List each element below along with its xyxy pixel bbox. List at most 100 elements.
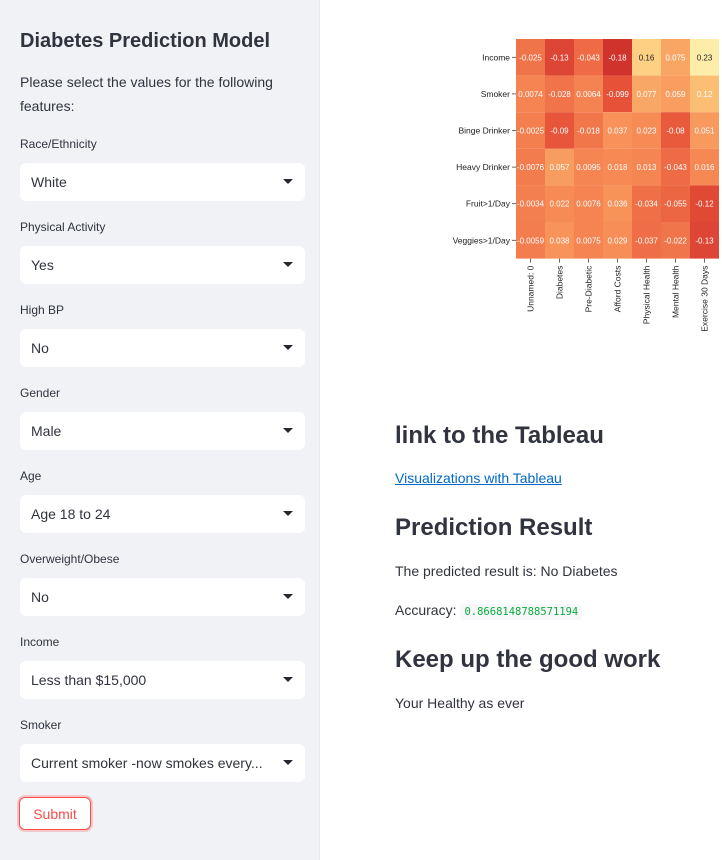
sidebar-description: Please select the values for the followi… (20, 74, 273, 114)
heatmap-row-label: Binge Drinker (459, 126, 511, 136)
heatmap-col-label: Diabetes (555, 266, 565, 300)
prediction-text: The predicted result is: No Diabetes (395, 563, 618, 579)
heatmap-cell-label: 0.077 (636, 90, 657, 99)
physical-activity-select[interactable]: Yes (20, 246, 305, 284)
chevron-down-icon (283, 262, 293, 267)
smoker-value: Current smoker -now smokes every... (31, 755, 263, 771)
chevron-down-icon (283, 760, 293, 765)
heatmap-col-label: Afford Costs (613, 266, 623, 313)
chevron-down-icon (283, 345, 293, 350)
physical-activity-label: Physical Activity (20, 220, 106, 234)
race-label: Race/Ethnicity (20, 137, 97, 151)
heatmap-cell-label: 0.018 (607, 163, 628, 172)
smoker-label: Smoker (20, 718, 62, 732)
race-select[interactable]: White (20, 163, 305, 201)
heatmap-cell-label: -0.028 (548, 90, 571, 99)
heatmap-cell-label: 0.051 (694, 127, 715, 136)
heatmap-cell-label: 0.036 (607, 200, 628, 209)
chevron-down-icon (283, 594, 293, 599)
income-label: Income (20, 635, 60, 649)
tableau-link[interactable]: Visualizations with Tableau (395, 470, 562, 486)
gender-select[interactable]: Male (20, 412, 305, 450)
heatmap-cell-label: 0.12 (697, 90, 713, 99)
heatmap-cell-label: 0.029 (607, 236, 628, 245)
heatmap-cell-label: 0.0074 (518, 90, 543, 99)
smoker-select[interactable]: Current smoker -now smokes every... (20, 744, 305, 782)
prediction-heading: Prediction Result (395, 514, 593, 541)
overweight-value: No (31, 589, 49, 605)
heatmap-cell-label: -0.043 (577, 53, 600, 62)
age-label: Age (20, 469, 42, 483)
tableau-heading: link to the Tableau (395, 422, 604, 449)
heatmap-cell-label: 0.037 (607, 127, 628, 136)
heatmap-cell-label: -0.13 (550, 53, 569, 62)
gender-label: Gender (20, 386, 61, 400)
heatmap-cell-label: 0.0064 (576, 90, 601, 99)
heatmap-cell-label: -0.043 (664, 163, 687, 172)
correlation-heatmap: -0.025 -0.13 -0.043 -0.18 0.16 0.075 0.23 0.007… (453, 39, 719, 332)
age-select[interactable]: Age 18 to 24 (20, 495, 305, 533)
heatmap-cell-label: 0.022 (549, 200, 570, 209)
high-bp-value: No (31, 340, 49, 356)
income-value: Less than $15,000 (31, 672, 147, 688)
heatmap-cell-label: -0.025 (519, 53, 542, 62)
heatmap-cell-label: -0.055 (664, 200, 687, 209)
heatmap-col-label: Pre-Diabetic (584, 265, 594, 313)
age-value: Age 18 to 24 (31, 506, 111, 522)
overweight-label: Overweight/Obese (20, 552, 120, 566)
heatmap-cell-label: -0.0059 (517, 236, 545, 245)
heatmap-cell-label: -0.037 (635, 236, 658, 245)
heatmap-cell-label: -0.0034 (517, 200, 545, 209)
accuracy-line: Accuracy: 0.8668148788571194 (395, 602, 583, 620)
heatmap-row-label: Smoker (481, 89, 510, 99)
heatmap-cell-label: -0.022 (664, 236, 687, 245)
heatmap-cell-label: 0.0075 (576, 236, 601, 245)
chevron-down-icon (283, 511, 293, 516)
heatmap-cell-label: -0.018 (577, 127, 600, 136)
heatmap-cell-label: 0.0095 (576, 163, 601, 172)
heatmap-col-label: Unnamed: 0 (526, 265, 536, 312)
heatmap-cell-label: -0.09 (550, 127, 569, 136)
chevron-down-icon (283, 428, 293, 433)
high-bp-label: High BP (20, 303, 65, 317)
heatmap-cell-label: 0.059 (665, 90, 686, 99)
submit-button[interactable]: Submit (19, 797, 91, 830)
chevron-down-icon (283, 677, 293, 682)
chevron-down-icon (283, 179, 293, 184)
heatmap-row-label: Heavy Drinker (456, 162, 510, 172)
overweight-select[interactable]: No (20, 578, 305, 616)
heatmap-cell-label: 0.16 (639, 53, 655, 62)
race-value: White (31, 174, 67, 190)
encourage-heading: Keep up the good work (395, 646, 661, 673)
heatmap-cell-label: 0.0076 (576, 200, 601, 209)
sidebar: Diabetes Prediction Model Please select … (0, 0, 320, 860)
heatmap-cell-label: 0.016 (694, 163, 715, 172)
accuracy-label: Accuracy: (395, 602, 457, 618)
heatmap-cell-label: -0.099 (606, 90, 629, 99)
high-bp-select[interactable]: No (20, 329, 305, 367)
heatmap-cell-label: 0.023 (636, 127, 657, 136)
gender-value: Male (31, 423, 62, 439)
heatmap-cell-label: -0.12 (695, 200, 714, 209)
heatmap-cell-label: -0.0076 (517, 163, 545, 172)
heatmap-cell-label: -0.0025 (517, 127, 545, 136)
heatmap-col-label: Mental Health (671, 265, 681, 318)
main-content: -0.025 -0.13 -0.043 -0.18 0.16 0.075 0.23 0.007… (320, 0, 722, 860)
heatmap-row-label: Veggies>1/Day (453, 235, 511, 245)
sidebar-title: Diabetes Prediction Model (20, 30, 271, 52)
heatmap-col-label: Exercise 30 Days (700, 266, 710, 332)
accuracy-value: 0.8668148788571194 (460, 604, 583, 620)
heatmap-row-label: Fruit>1/Day (466, 199, 511, 209)
income-select[interactable]: Less than $15,000 (20, 661, 305, 699)
heatmap-cell-label: -0.18 (608, 53, 627, 62)
heatmap-cell-label: -0.08 (666, 127, 685, 136)
heatmap-col-label: Physical Health (642, 265, 652, 324)
heatmap-cell-label: -0.034 (635, 200, 658, 209)
heatmap-cell-label: -0.13 (695, 236, 714, 245)
heatmap-cell-label: 0.038 (549, 236, 570, 245)
heatmap-cell-label: 0.057 (549, 163, 570, 172)
encourage-text: Your Healthy as ever (395, 695, 525, 711)
heatmap-cell-label: 0.075 (665, 53, 686, 62)
heatmap-cell-label: 0.013 (636, 163, 657, 172)
physical-activity-value: Yes (31, 257, 54, 273)
